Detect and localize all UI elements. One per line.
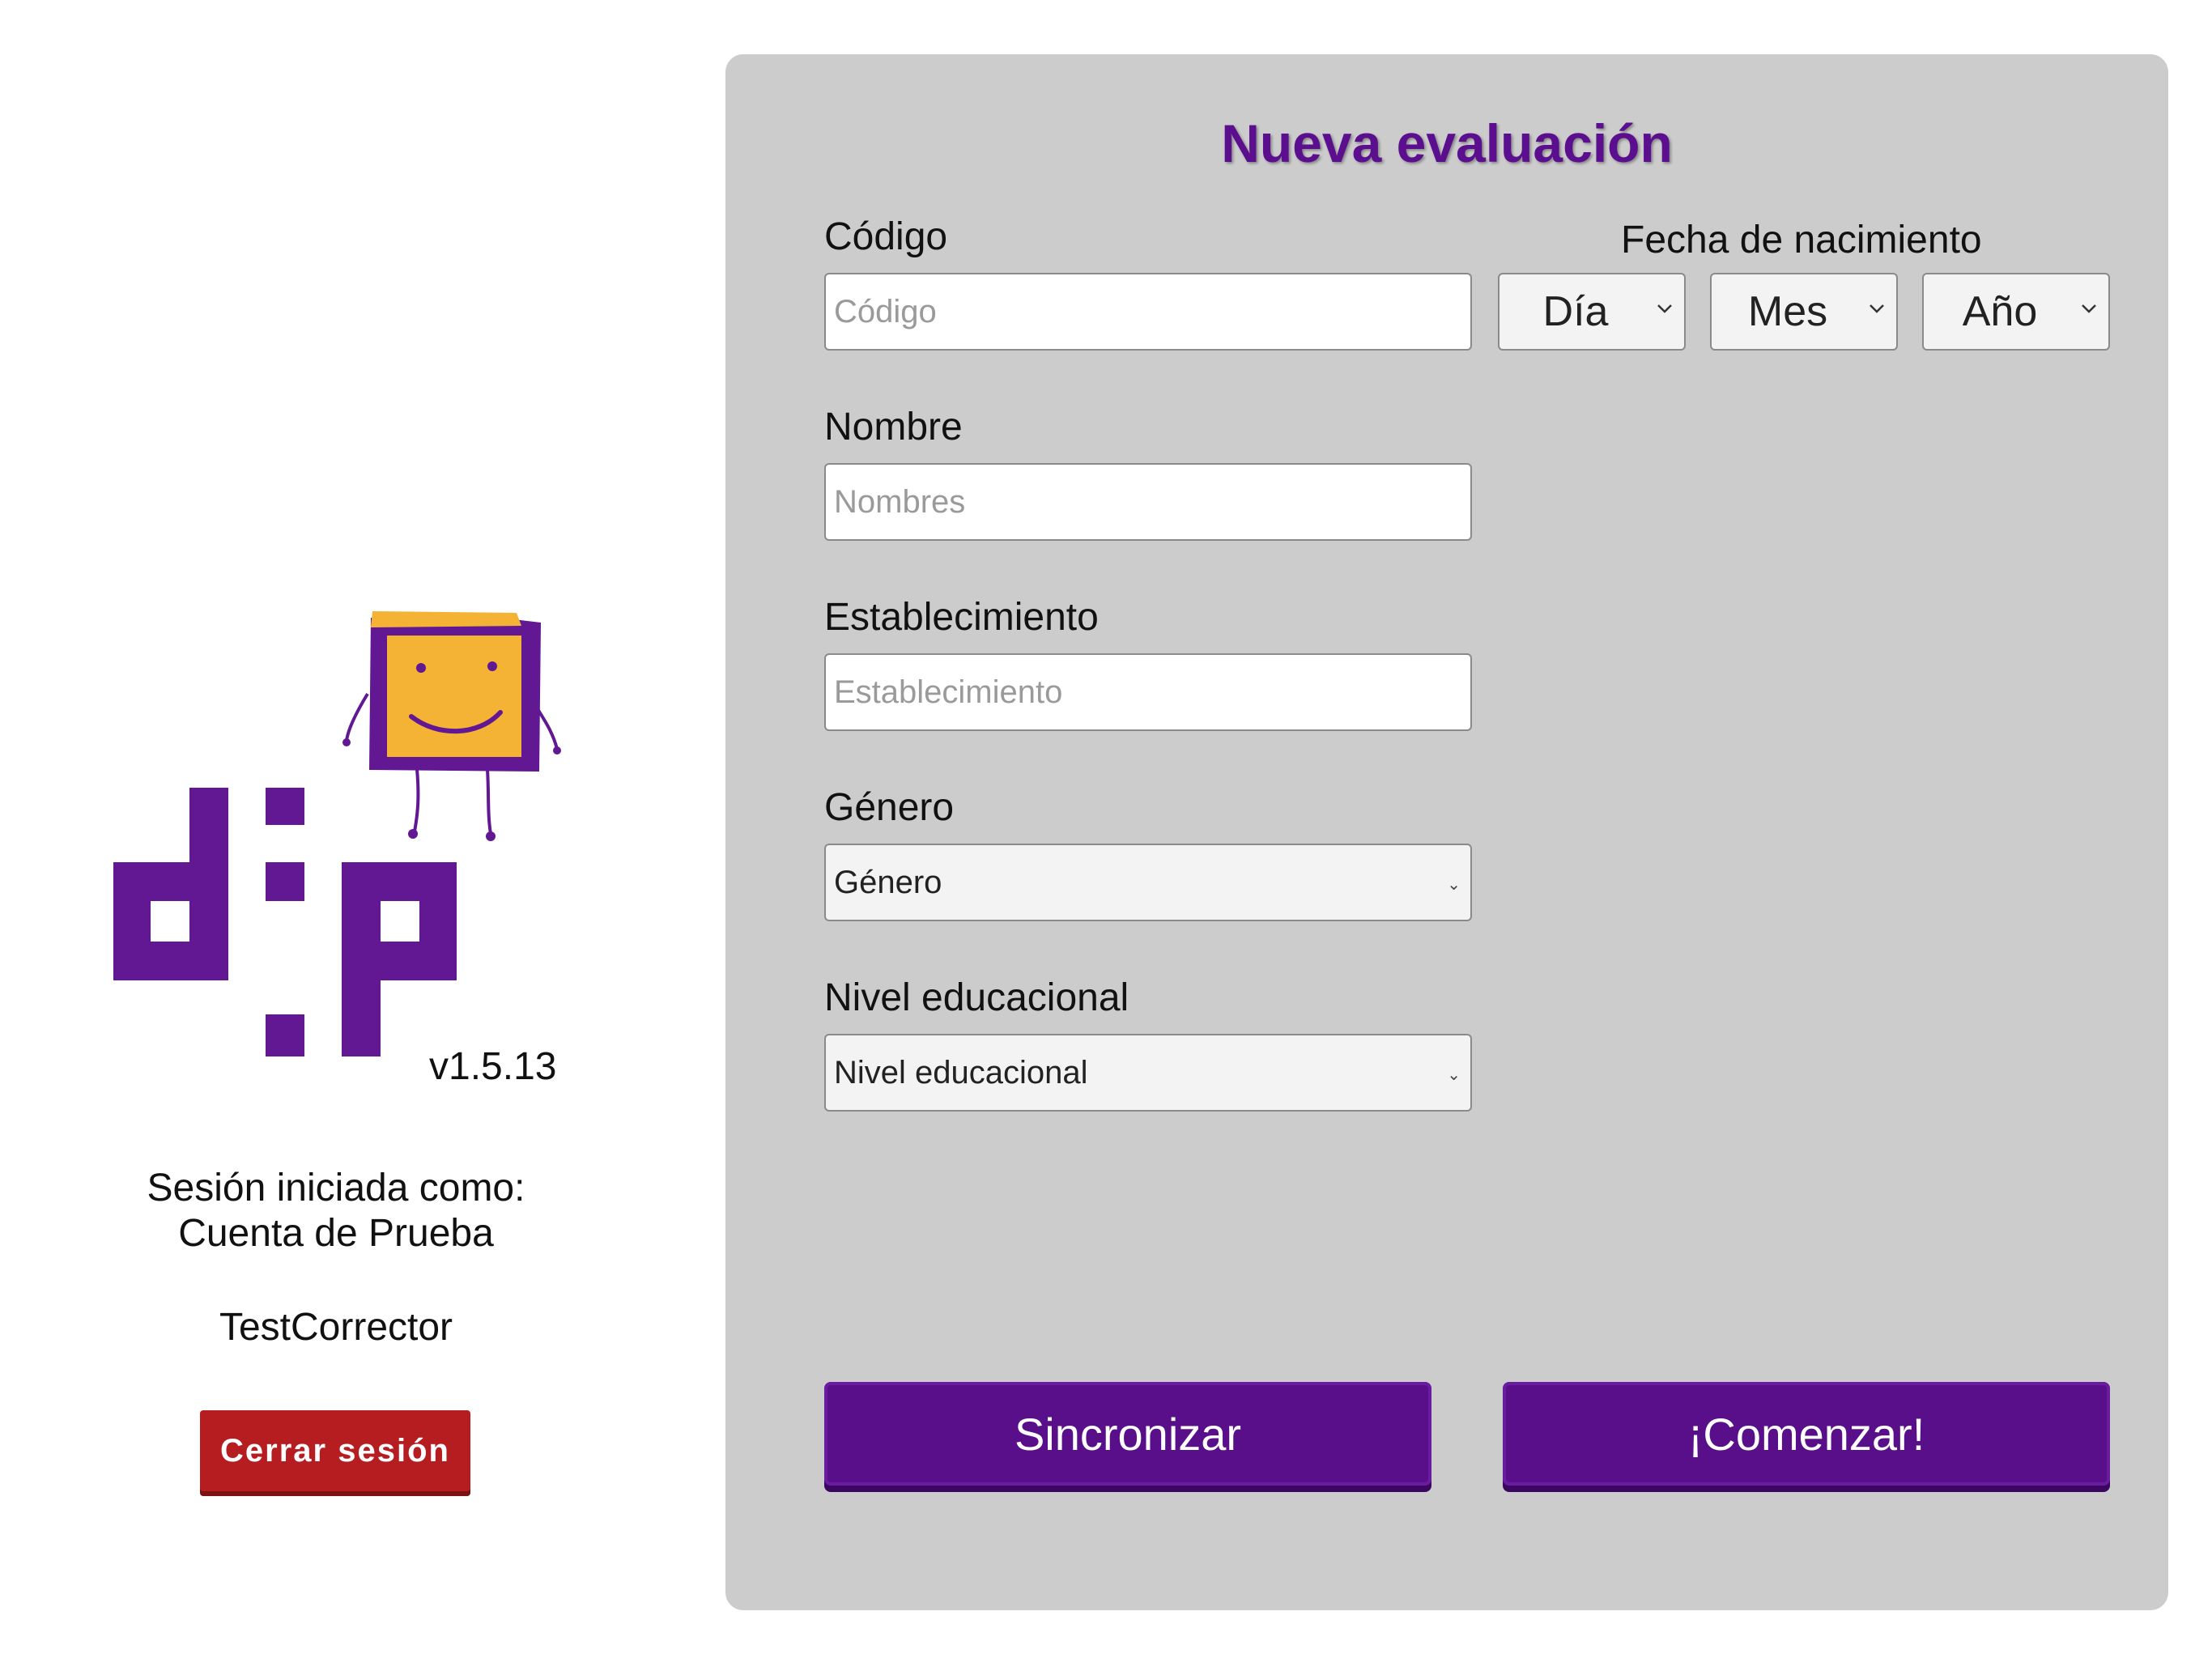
birth-year-select[interactable]: Año [1922, 273, 2110, 351]
session-sidebar: v1.5.13 Sesión iniciada como: Cuenta de … [0, 0, 696, 1658]
education-selected-value: Nivel educacional [834, 1054, 1088, 1090]
birth-day-value: Día [1542, 288, 1609, 335]
session-status-text: Sesión iniciada como: [147, 1167, 525, 1209]
page-title: Nueva evaluación [1221, 113, 1673, 173]
username: TestCorrector [219, 1306, 453, 1349]
gender-selected-value: Género [834, 864, 942, 900]
birth-month-select[interactable]: Mes [1710, 273, 1898, 351]
birth-month-value: Mes [1747, 288, 1828, 335]
name-label: Nombre [824, 406, 963, 449]
app-screen: v1.5.13 Sesión iniciada como: Cuenta de … [0, 0, 2212, 1658]
code-input[interactable] [824, 273, 1472, 351]
school-label: Establecimiento [824, 596, 1099, 639]
education-label: Nivel educacional [824, 976, 1129, 1019]
education-select[interactable]: Nivel educacional ⌄ [824, 1034, 1472, 1112]
sync-button[interactable]: Sincronizar [824, 1382, 1431, 1486]
gender-select[interactable]: Género ⌄ [824, 844, 1472, 921]
new-evaluation-panel: Nueva evaluación Código Fecha de nacimie… [725, 54, 2168, 1610]
birthdate-label: Fecha de nacimiento [1621, 219, 1982, 261]
birth-year-value: Año [1962, 288, 2038, 335]
gender-label: Género [824, 786, 955, 829]
birth-day-select[interactable]: Día [1498, 273, 1686, 351]
school-input[interactable] [824, 653, 1472, 731]
code-label: Código [824, 215, 948, 258]
name-input[interactable] [824, 463, 1472, 541]
account-name: Cuenta de Prueba [178, 1212, 494, 1255]
chevron-down-icon [2082, 304, 2096, 313]
app-version: v1.5.13 [429, 1045, 557, 1088]
chevron-down-icon [1870, 304, 1884, 313]
chevron-down-icon: ⌄ [1447, 876, 1461, 894]
start-button[interactable]: ¡Comenzar! [1503, 1382, 2110, 1486]
logout-button[interactable]: Cerrar sesión [200, 1410, 470, 1491]
session-info: Sesión iniciada como: Cuenta de Prueba [0, 1166, 672, 1256]
chevron-down-icon [1657, 304, 1672, 313]
dip-logo [113, 611, 561, 1056]
chevron-down-icon: ⌄ [1447, 1066, 1461, 1084]
